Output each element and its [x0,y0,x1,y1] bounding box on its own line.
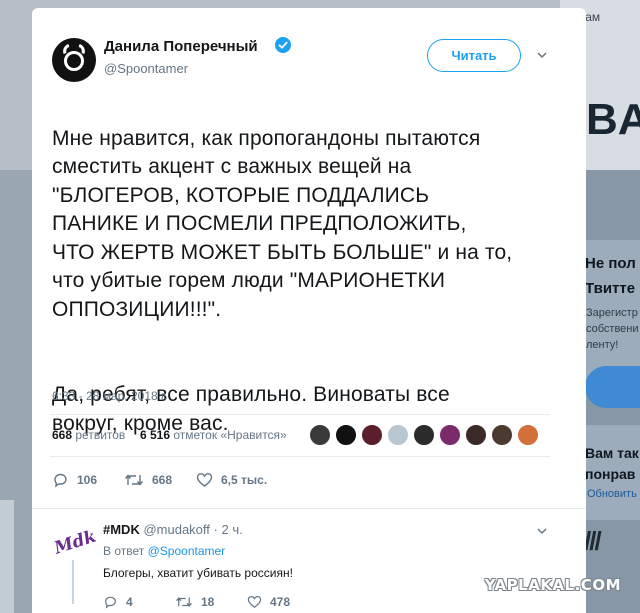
likes-label[interactable]: отметок «Нравится» [173,428,286,442]
liker-avatar[interactable] [335,424,357,446]
sidebar-text: ленту! [586,339,619,351]
retweet-button[interactable]: 18 [175,594,214,610]
reply-count: 4 [126,595,133,609]
liker-avatar[interactable] [309,424,331,446]
sidebar-refresh-link[interactable]: Обновить [587,488,637,500]
like-count: 478 [270,595,291,609]
reply-context: В ответ @Spoontamer [103,544,225,558]
reply-text: Блогеры, хватит убивать россиян! [103,566,293,580]
liker-avatar[interactable] [491,424,513,446]
retweets-count[interactable]: 668 [52,428,72,442]
retweet-button[interactable]: 668 [124,471,172,489]
reply-header: #MDK @mudakoff · 2 ч. [103,522,243,537]
reply-author-handle[interactable]: @mudakoff [143,522,209,537]
sidebar-text: Зарегистр [586,307,638,319]
heart-icon [247,595,262,609]
retweet-icon [124,474,144,486]
likes-count[interactable]: 6 516 [140,428,170,442]
chevron-down-icon[interactable] [537,50,547,60]
liker-avatar[interactable] [465,424,487,446]
background-page [0,500,14,613]
liker-avatar[interactable] [361,424,383,446]
liker-avatar[interactable] [439,424,461,446]
divider [32,508,586,509]
sidebar-heading: понрав [585,466,636,482]
retweet-count: 668 [152,473,173,487]
tweet-timestamp[interactable]: 6:33 - 28 мар. 2018 г. [52,389,167,403]
sidebar-heading: Не пол [585,255,636,272]
tweet-stats: 668 ретвитов 6 516 отметок «Нравится» [52,428,287,442]
sidebar-signup-button[interactable] [585,366,640,408]
reply-context-handle[interactable]: @Spoontamer [148,544,226,558]
liker-avatar[interactable] [387,424,409,446]
author-name[interactable]: Данила Поперечный [104,38,258,55]
divider [50,414,550,415]
watermark: YAPLAKAL.COM [484,576,621,594]
verified-badge-icon [275,37,291,53]
retweet-count: 18 [201,595,215,609]
reply-avatar[interactable]: Mdk [50,521,99,566]
divider [50,456,550,457]
liker-avatar[interactable] [517,424,539,446]
retweets-label[interactable]: ретвитов [75,428,125,442]
reply-icon [105,596,116,609]
tweet-card: Данила Поперечный @Spoontamer Читать Мне… [32,8,586,613]
like-count: 6,5 тыс. [221,473,268,487]
reply-count: 106 [77,473,98,487]
reply-thread-line [72,560,74,604]
author-handle[interactable]: @Spoontamer [104,61,188,76]
avatar[interactable] [52,38,96,82]
reply-context-label: В ответ [103,544,145,558]
heart-icon [196,473,213,487]
background-logo-icon: /// [584,526,602,556]
reply-button[interactable]: 4 [103,594,133,610]
tweet-paragraph: Мне нравится, как пропогандоны пытаются … [52,126,513,321]
like-button[interactable]: 478 [247,594,290,610]
retweet-icon [176,597,192,607]
chevron-down-icon[interactable] [537,526,547,536]
tweet-text: Мне нравится, как пропогандоны пытаются … [52,96,567,467]
reply-author-name[interactable]: #MDK [103,522,140,537]
like-button[interactable]: 6,5 тыс. [196,471,267,489]
reply-icon [54,473,67,488]
sidebar-heading: Твитте [585,280,636,297]
background-text: BA [586,95,640,144]
reply-button[interactable]: 106 [52,471,97,489]
sidebar-text: собствени [586,323,639,335]
follow-button[interactable]: Читать [427,39,521,72]
liker-avatar[interactable] [413,424,435,446]
avatar-ring-icon [64,51,84,71]
sidebar-heading: Вам так [585,445,639,461]
reply-time[interactable]: · 2 ч. [214,522,243,537]
